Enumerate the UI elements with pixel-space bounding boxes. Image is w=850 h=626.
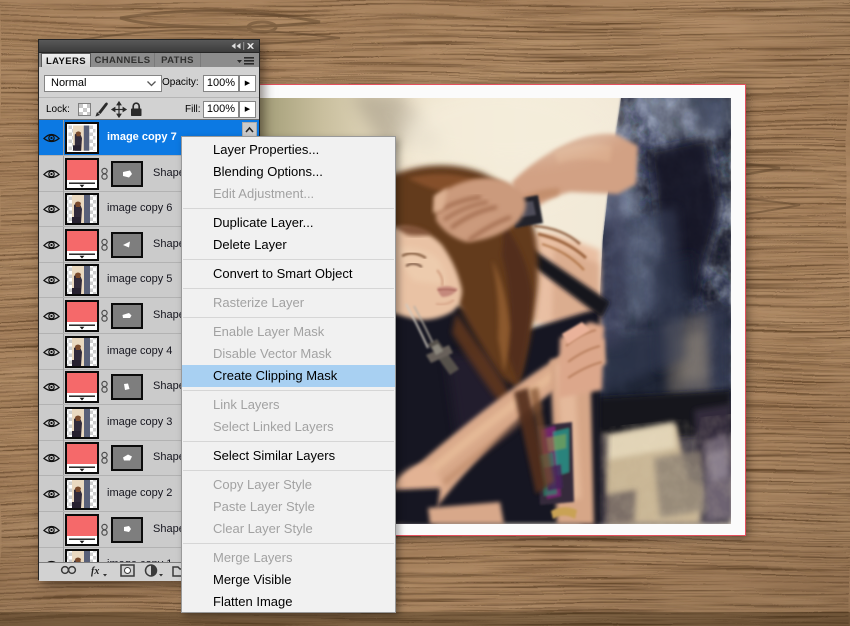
svg-text:fx: fx [91, 566, 99, 577]
